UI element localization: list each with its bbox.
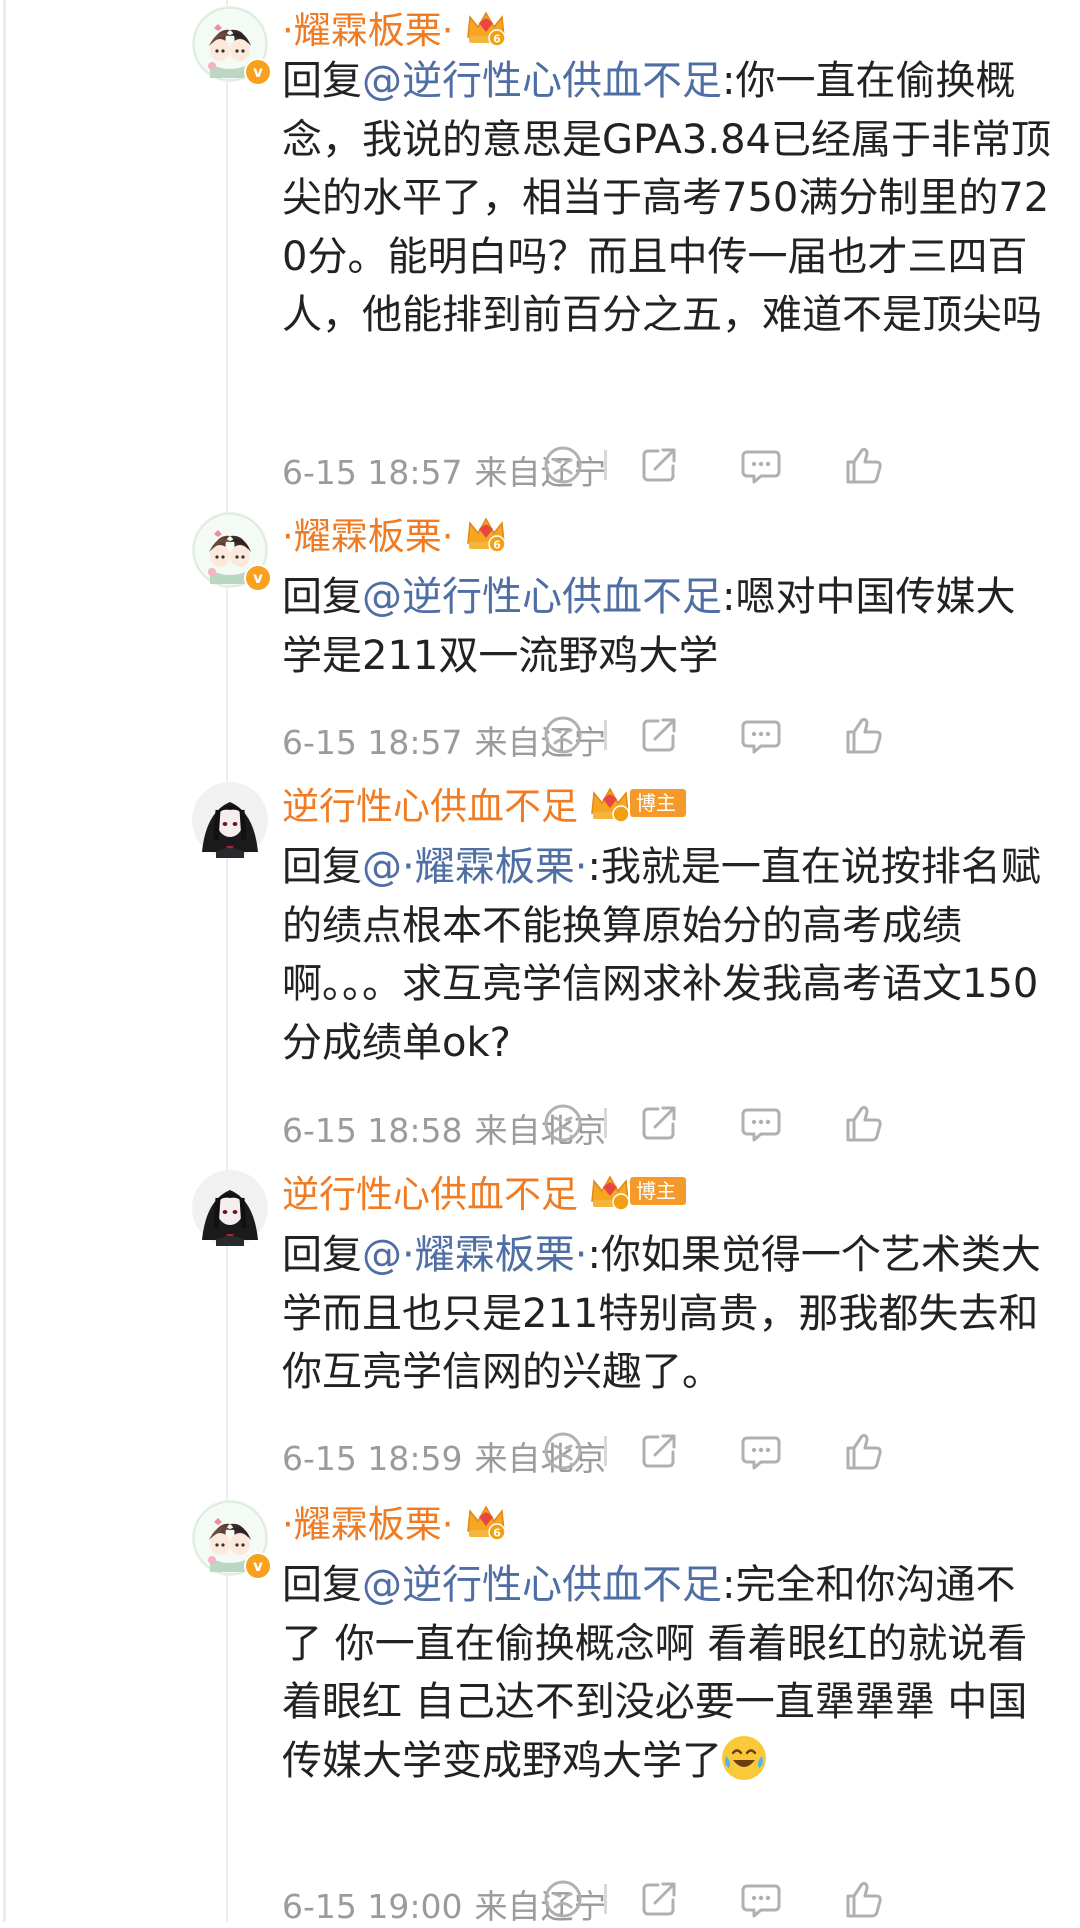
reply-prefix: 回复: [282, 1562, 362, 1608]
comment-icon[interactable]: [738, 1428, 784, 1474]
action-separator: [604, 450, 607, 480]
comment-meta: 6-15 19:00 来自辽宁: [282, 1876, 1042, 1926]
membership-crown-icon: [588, 1171, 632, 1211]
thread-connector-line: [226, 0, 228, 1922]
membership-crown-icon: 6: [464, 513, 508, 553]
author-row: ·耀霖板栗· 6: [282, 2, 508, 52]
comment-time: 6-15 18:57: [282, 723, 463, 762]
reply-prefix: 回复: [282, 844, 362, 890]
blogger-tag: 博主: [630, 789, 686, 817]
comment-time: 6-15 19:00: [282, 1887, 463, 1926]
reply-prefix: 回复: [282, 1232, 362, 1278]
comment-text: 回复@逆行性心供血不足:完全和你沟通不了 你一直在偷换概念啊 看着眼红的就说看着…: [282, 1556, 1052, 1790]
author-row: ·耀霖板栗· 6: [282, 1496, 508, 1546]
dislike-icon[interactable]: [540, 442, 586, 488]
svg-text:6: 6: [493, 539, 501, 552]
verified-badge-icon: v: [244, 1552, 272, 1580]
like-icon[interactable]: [840, 1428, 886, 1474]
like-icon[interactable]: [840, 1876, 886, 1922]
comment-text: 回复@逆行性心供血不足:嗯对中国传媒大学是211双一流野鸡大学: [282, 568, 1052, 685]
share-icon[interactable]: [636, 1428, 682, 1474]
author-name[interactable]: 逆行性心供血不足: [282, 776, 578, 830]
anime-couple-avatar[interactable]: v: [192, 1500, 272, 1580]
mention-link[interactable]: @逆行性心供血不足: [362, 1562, 722, 1608]
mention-link[interactable]: @逆行性心供血不足: [362, 58, 722, 104]
comment-meta: 6-15 18:57 来自辽宁: [282, 712, 1042, 762]
mention-link[interactable]: @逆行性心供血不足: [362, 574, 722, 620]
comment-text: 回复@·耀霖板栗·:你如果觉得一个艺术类大学而且也只是211特别高贵，那我都失去…: [282, 1226, 1052, 1402]
blogger-tag: 博主: [630, 1177, 686, 1205]
comment-time: 6-15 18:58: [282, 1111, 463, 1150]
like-icon[interactable]: [840, 1100, 886, 1146]
action-separator: [604, 1108, 607, 1138]
dislike-icon[interactable]: [540, 1876, 586, 1922]
author-name[interactable]: ·耀霖板栗·: [282, 1494, 454, 1548]
author-row: ·耀霖板栗· 6: [282, 508, 508, 558]
author-name[interactable]: ·耀霖板栗·: [282, 506, 454, 560]
comment-meta: 6-15 18:58 来自北京: [282, 1100, 1042, 1150]
laughing-tears-emoji: [722, 1735, 766, 1780]
reply-prefix: 回复: [282, 58, 362, 104]
share-icon[interactable]: [636, 1876, 682, 1922]
author-row: 逆行性心供血不足 博主: [282, 778, 686, 828]
dark-hair-girl-avatar[interactable]: [192, 782, 268, 858]
dislike-icon[interactable]: [540, 1428, 586, 1474]
comment-time: 6-15 18:57: [282, 453, 463, 492]
author-row: 逆行性心供血不足 博主: [282, 1166, 686, 1216]
mention-link[interactable]: @·耀霖板栗·: [362, 1232, 587, 1278]
comment-thread-screen: v ·耀霖板栗· 6 回复@逆行性心供血不足:你一直在偷换概念，我说的意思是GPA…: [0, 0, 1080, 1926]
share-icon[interactable]: [636, 712, 682, 758]
comment-meta: 6-15 18:57 来自辽宁: [282, 442, 1042, 492]
action-separator: [604, 1884, 607, 1914]
svg-text:6: 6: [493, 33, 501, 46]
dislike-icon[interactable]: [540, 1100, 586, 1146]
action-separator: [604, 720, 607, 750]
mention-link[interactable]: @·耀霖板栗·: [362, 844, 587, 890]
membership-crown-icon: [588, 783, 632, 823]
anime-couple-avatar[interactable]: v: [192, 512, 272, 592]
comment-text: 回复@逆行性心供血不足:你一直在偷换概念，我说的意思是GPA3.84已经属于非常…: [282, 52, 1052, 345]
comment-icon[interactable]: [738, 1100, 784, 1146]
share-icon[interactable]: [636, 442, 682, 488]
like-icon[interactable]: [840, 442, 886, 488]
verified-badge-icon: v: [244, 564, 272, 592]
comment-meta: 6-15 18:59 来自北京: [282, 1428, 1042, 1478]
comment-icon[interactable]: [738, 1876, 784, 1922]
author-name[interactable]: 逆行性心供血不足: [282, 1164, 578, 1218]
comment-time: 6-15 18:59: [282, 1439, 463, 1478]
dark-hair-girl-avatar[interactable]: [192, 1170, 268, 1246]
anime-couple-avatar[interactable]: v: [192, 6, 272, 86]
reply-prefix: 回复: [282, 574, 362, 620]
membership-crown-icon: 6: [464, 7, 508, 47]
svg-text:6: 6: [493, 1527, 501, 1540]
like-icon[interactable]: [840, 712, 886, 758]
verified-badge-icon: v: [244, 58, 272, 86]
share-icon[interactable]: [636, 1100, 682, 1146]
membership-crown-icon: 6: [464, 1501, 508, 1541]
comment-icon[interactable]: [738, 442, 784, 488]
left-edge-divider: [3, 0, 6, 1922]
comment-text: 回复@·耀霖板栗·:我就是一直在说按排名赋的绩点根本不能换算原始分的高考成绩啊。…: [282, 838, 1052, 1072]
author-name[interactable]: ·耀霖板栗·: [282, 0, 454, 54]
dislike-icon[interactable]: [540, 712, 586, 758]
action-separator: [604, 1436, 607, 1466]
comment-icon[interactable]: [738, 712, 784, 758]
